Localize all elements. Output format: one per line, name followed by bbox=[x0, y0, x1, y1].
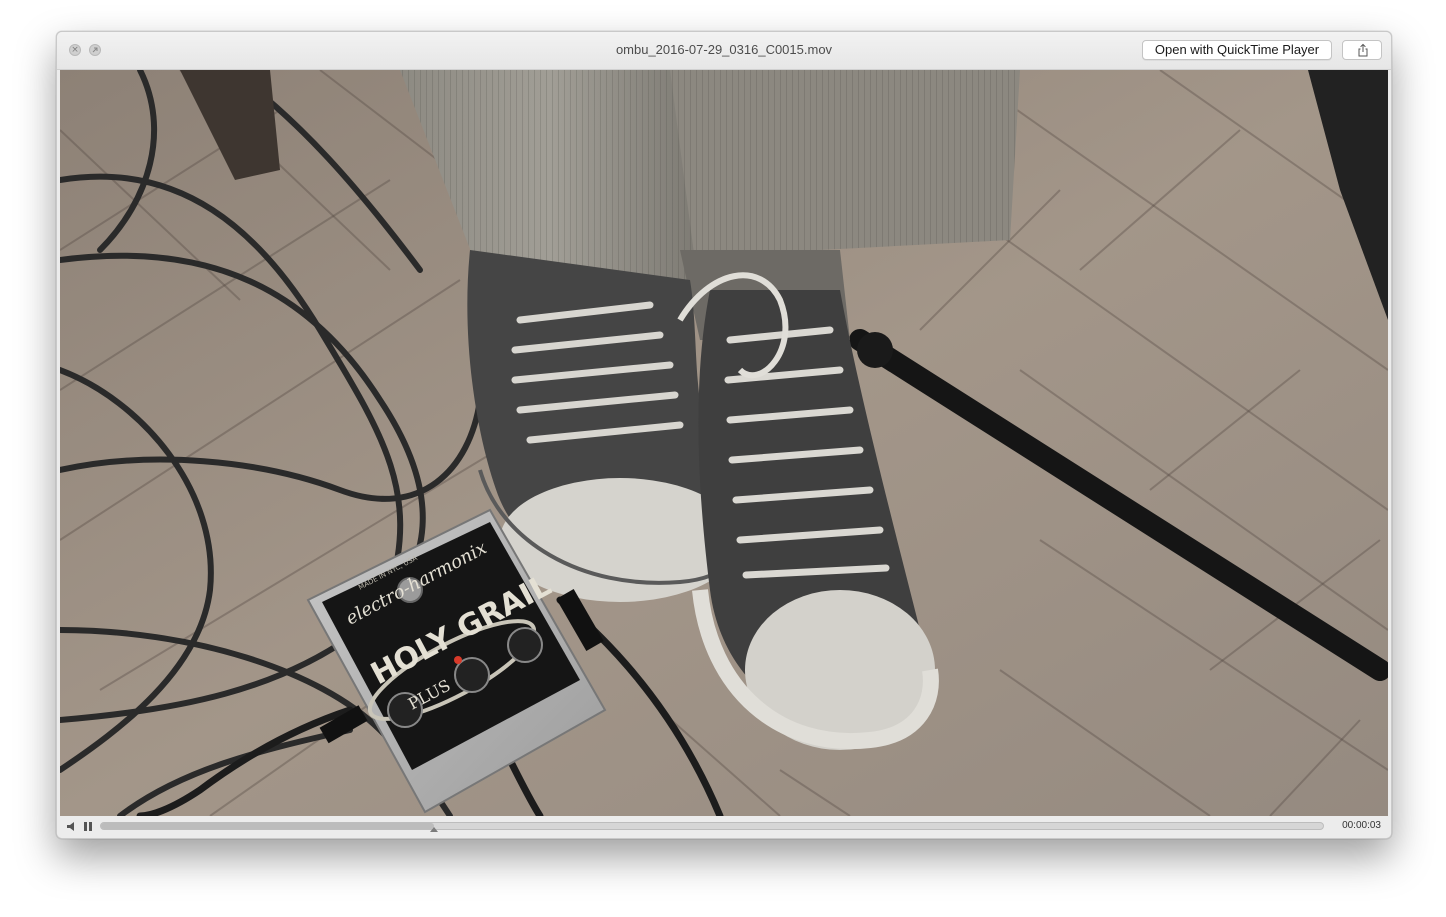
scrubber-track[interactable] bbox=[100, 822, 1324, 832]
pause-icon[interactable] bbox=[83, 821, 93, 832]
playback-controls: 00:00:03 bbox=[57, 816, 1391, 838]
quicklook-window: × ombu_2016-07-29_0316_C0015.mov Open wi… bbox=[56, 31, 1392, 839]
close-icon[interactable]: × bbox=[69, 44, 81, 56]
title-bar[interactable]: × ombu_2016-07-29_0316_C0015.mov Open wi… bbox=[57, 32, 1391, 70]
share-button[interactable] bbox=[1342, 40, 1382, 60]
scrubber-progress bbox=[101, 823, 434, 829]
open-with-quicktime-button[interactable]: Open with QuickTime Player bbox=[1142, 40, 1332, 60]
elapsed-time: 00:00:03 bbox=[1342, 820, 1381, 831]
share-icon bbox=[1358, 43, 1368, 57]
video-frame[interactable]: HOLY GRAIL PLUS electro-harmonix MADE IN… bbox=[60, 70, 1388, 816]
scrubber-playhead[interactable] bbox=[429, 827, 438, 832]
video-still-image: HOLY GRAIL PLUS electro-harmonix MADE IN… bbox=[60, 70, 1388, 816]
speaker-icon[interactable] bbox=[66, 821, 78, 832]
fullscreen-icon[interactable] bbox=[89, 44, 101, 56]
